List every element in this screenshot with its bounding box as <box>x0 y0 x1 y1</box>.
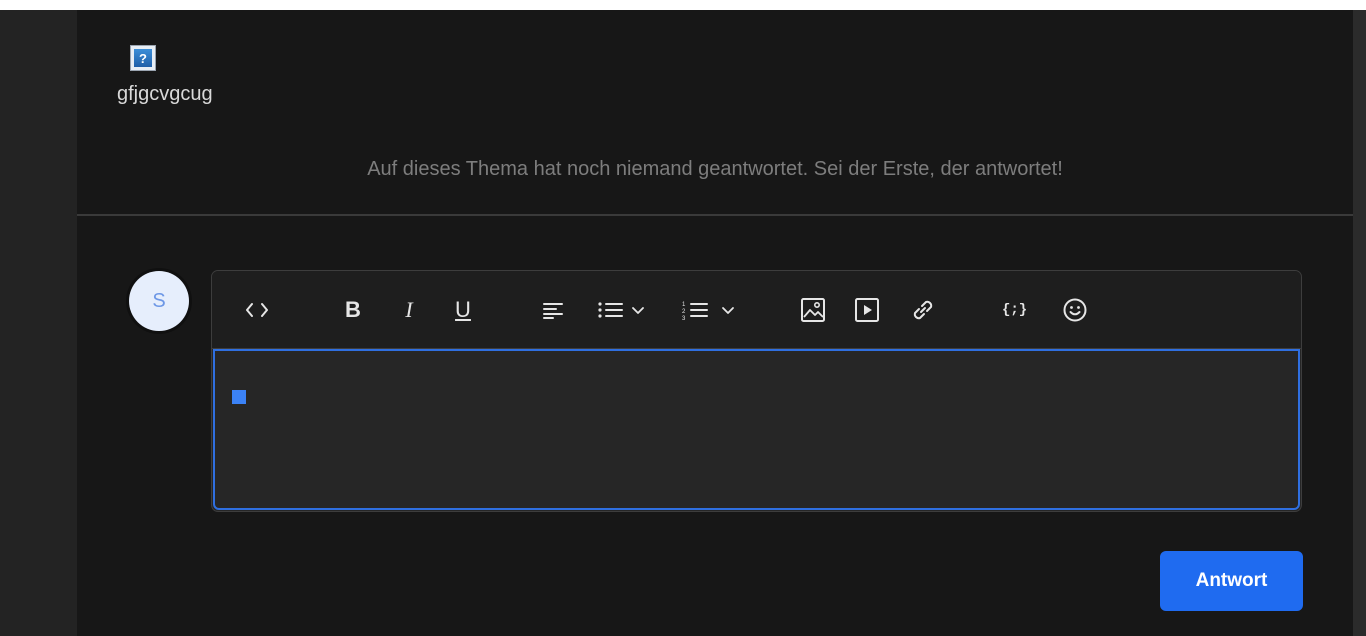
underline-icon: U <box>455 297 471 322</box>
editor-toolbar: B I U 1 2 3 {;} <box>212 271 1301 349</box>
image-placeholder-glyph: ? <box>134 49 152 67</box>
code-block-button[interactable]: {;} <box>1002 295 1027 325</box>
avatar-initial: S <box>129 271 189 331</box>
emoji-icon[interactable] <box>1062 295 1088 325</box>
code-view-icon[interactable] <box>244 295 270 325</box>
broken-image-icon: ? <box>130 45 156 71</box>
bold-button[interactable]: B <box>342 295 364 325</box>
numbered-list-icon[interactable]: 1 2 3 <box>682 295 742 325</box>
post-body-text: gfjgcvgcug <box>117 83 213 105</box>
text-cursor <box>232 390 246 404</box>
svg-text:3: 3 <box>682 316 686 321</box>
scrollbar-track[interactable] <box>1353 10 1366 636</box>
bullet-list-icon[interactable] <box>597 295 655 325</box>
underline-button[interactable]: U <box>452 295 474 325</box>
svg-text:1: 1 <box>682 302 686 308</box>
svg-text:2: 2 <box>682 309 686 315</box>
italic-icon: I <box>405 297 413 322</box>
section-divider <box>77 214 1353 216</box>
video-icon[interactable] <box>854 295 880 325</box>
align-left-icon[interactable] <box>542 295 564 325</box>
reply-editor: B I U 1 2 3 {;} <box>211 270 1302 512</box>
italic-button[interactable]: I <box>398 295 420 325</box>
reply-text-area[interactable] <box>213 349 1300 510</box>
topic-main-panel: ? gfjgcvgcug Auf dieses Thema hat noch n… <box>77 10 1353 636</box>
reply-submit-button[interactable]: Antwort <box>1160 551 1303 611</box>
avatar: S <box>126 268 192 334</box>
image-icon[interactable] <box>800 295 826 325</box>
top-edge <box>0 0 1366 10</box>
no-replies-message: Auf dieses Thema hat noch niemand geantw… <box>367 158 1063 180</box>
link-icon[interactable] <box>909 295 937 325</box>
left-sidebar <box>0 10 77 636</box>
bold-icon: B <box>345 297 361 322</box>
code-block-icon: {;} <box>1002 302 1028 318</box>
